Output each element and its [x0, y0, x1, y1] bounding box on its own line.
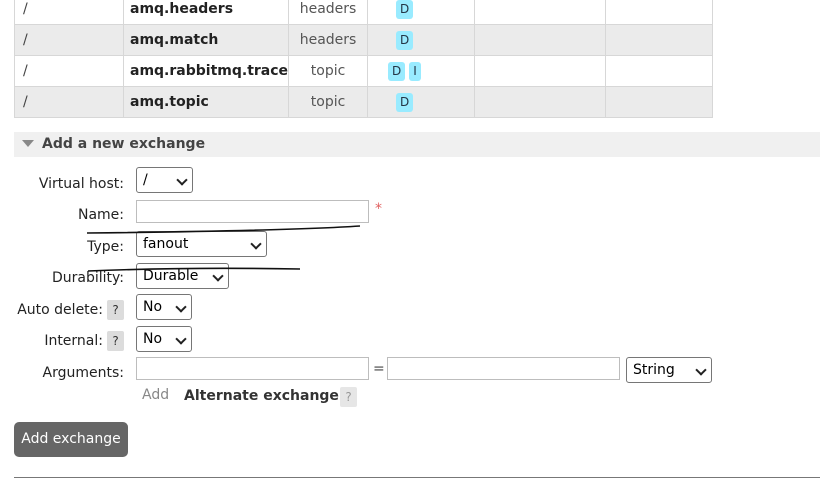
annotation-stroke	[86, 225, 361, 234]
annotation-marks	[86, 225, 361, 272]
annotation-stroke	[87, 267, 301, 272]
